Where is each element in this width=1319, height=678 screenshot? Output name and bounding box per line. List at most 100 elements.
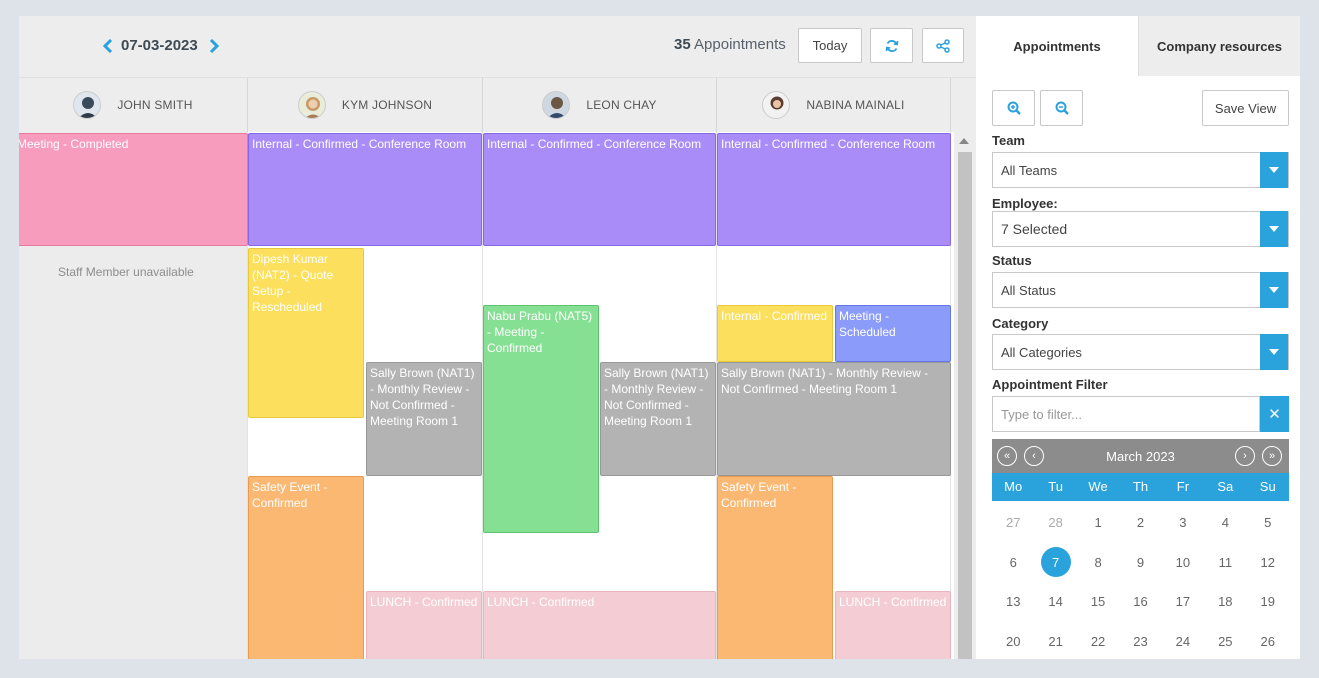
weekday-label: We bbox=[1088, 479, 1108, 494]
next-year-button[interactable]: » bbox=[1262, 446, 1282, 466]
calendar-day[interactable]: 19 bbox=[1247, 582, 1289, 622]
zoom-in-button[interactable] bbox=[992, 90, 1035, 126]
refresh-icon bbox=[885, 39, 898, 52]
calendar-day[interactable]: 21 bbox=[1034, 622, 1076, 660]
scrollbar-thumb[interactable] bbox=[958, 152, 972, 659]
appointment-event[interactable]: LUNCH - Confirmed bbox=[483, 591, 716, 659]
calendar-day[interactable]: 4 bbox=[1204, 503, 1246, 543]
employee-select[interactable]: 7 Selected bbox=[992, 211, 1289, 247]
calendar-day-selected[interactable]: 7 bbox=[1034, 543, 1076, 583]
scheduler-window: 07-03-2023 35 Appointments Today JOHN SM… bbox=[19, 16, 1300, 659]
calendar-day[interactable]: 23 bbox=[1119, 622, 1161, 660]
employee-header-leon-chay[interactable]: LEON CHAY bbox=[483, 78, 717, 132]
category-select[interactable]: All Categories bbox=[992, 334, 1289, 370]
appointment-event[interactable]: Nabu Prabu (NAT5) - Meeting - Confirmed bbox=[483, 305, 599, 533]
status-select[interactable]: All Status bbox=[992, 272, 1289, 308]
calendar-day[interactable]: 12 bbox=[1247, 543, 1289, 583]
close-icon: ✕ bbox=[1268, 406, 1281, 423]
save-view-button[interactable]: Save View bbox=[1202, 90, 1289, 126]
appointment-event[interactable]: Sally Brown (NAT1) - Monthly Review - No… bbox=[717, 362, 951, 476]
employee-header-john-smith[interactable]: JOHN SMITH bbox=[19, 78, 248, 132]
avatar bbox=[297, 91, 326, 119]
calendar-day[interactable]: 20 bbox=[992, 622, 1034, 660]
team-select-value: All Teams bbox=[1001, 163, 1058, 178]
next-month-button[interactable]: › bbox=[1235, 446, 1255, 466]
avatar bbox=[762, 91, 791, 119]
scroll-up-arrow[interactable] bbox=[959, 138, 969, 144]
avatar bbox=[542, 91, 571, 119]
calendar-day[interactable]: 17 bbox=[1162, 582, 1204, 622]
calendar-day[interactable]: 25 bbox=[1204, 622, 1246, 660]
calendar-day[interactable]: 11 bbox=[1204, 543, 1246, 583]
staff-unavailable-text: Staff Member unavailable bbox=[58, 265, 194, 279]
zoom-out-icon bbox=[1055, 101, 1069, 115]
prev-day-button[interactable] bbox=[101, 35, 115, 57]
schedule-grid[interactable]: Staff Member unavailable Meeting - Compl… bbox=[19, 132, 954, 659]
appointment-filter-input[interactable] bbox=[992, 396, 1260, 432]
calendar-week: 27 28 1 2 3 4 5 bbox=[992, 503, 1289, 543]
category-label: Category bbox=[992, 316, 1049, 331]
appointment-event[interactable]: Meeting - Completed bbox=[19, 133, 248, 246]
appointment-event[interactable]: Meeting - Scheduled bbox=[835, 305, 951, 362]
appointment-event[interactable]: Sally Brown (NAT1) - Monthly Review - No… bbox=[366, 362, 482, 476]
clear-filter-button[interactable]: ✕ bbox=[1260, 396, 1289, 432]
appointment-count-number: 35 bbox=[674, 36, 691, 53]
chevron-left-icon bbox=[103, 39, 113, 53]
employee-header-kym-johnson[interactable]: KYM JOHNSON bbox=[248, 78, 483, 132]
appointment-event[interactable]: Internal - Confirmed - Conference Room bbox=[717, 133, 951, 246]
tab-company-resources[interactable]: Company resources bbox=[1139, 16, 1300, 76]
calendar-day[interactable]: 27 bbox=[992, 503, 1034, 543]
calendar-day[interactable]: 9 bbox=[1119, 543, 1161, 583]
category-select-value: All Categories bbox=[1001, 345, 1082, 360]
calendar-day[interactable]: 28 bbox=[1034, 503, 1076, 543]
calendar-day[interactable]: 10 bbox=[1162, 543, 1204, 583]
calendar-day[interactable]: 2 bbox=[1119, 503, 1161, 543]
employee-select-value: 7 Selected bbox=[1001, 221, 1068, 237]
calendar-day[interactable]: 6 bbox=[992, 543, 1034, 583]
appointment-event[interactable]: Safety Event - Confirmed bbox=[248, 476, 364, 659]
header-spacer bbox=[951, 78, 976, 132]
weekday-label: Fr bbox=[1176, 479, 1190, 494]
status-label: Status bbox=[992, 253, 1032, 268]
zoom-out-button[interactable] bbox=[1040, 90, 1083, 126]
calendar-day[interactable]: 5 bbox=[1247, 503, 1289, 543]
vertical-scrollbar[interactable] bbox=[954, 132, 976, 659]
employee-header-nabina-mainali[interactable]: NABINA MAINALI bbox=[717, 78, 951, 132]
team-select[interactable]: All Teams bbox=[992, 152, 1289, 188]
calendar-toolbar: 07-03-2023 35 Appointments Today bbox=[19, 16, 976, 78]
appointment-event[interactable]: Internal - Confirmed - Conference Room bbox=[248, 133, 482, 246]
calendar-day[interactable]: 16 bbox=[1119, 582, 1161, 622]
calendar-day[interactable]: 18 bbox=[1204, 582, 1246, 622]
appointment-event[interactable]: Dipesh Kumar (NAT2) - Quote Setup - Resc… bbox=[248, 248, 364, 418]
appointment-event[interactable]: Internal - Confirmed bbox=[717, 305, 833, 362]
mini-calendar-header: « ‹ March 2023 › » bbox=[992, 439, 1289, 473]
calendar-day[interactable]: 3 bbox=[1162, 503, 1204, 543]
appointment-event[interactable]: LUNCH - Confirmed bbox=[366, 591, 482, 659]
calendar-day[interactable]: 26 bbox=[1247, 622, 1289, 660]
employee-name: KYM JOHNSON bbox=[341, 98, 433, 112]
next-day-button[interactable] bbox=[207, 35, 221, 57]
share-button[interactable] bbox=[922, 28, 964, 63]
calendar-day[interactable]: 15 bbox=[1077, 582, 1119, 622]
appointment-event[interactable]: LUNCH - Confirmed bbox=[835, 591, 951, 659]
tab-appointments[interactable]: Appointments bbox=[976, 16, 1139, 76]
appointment-event[interactable]: Internal - Confirmed - Conference Room bbox=[483, 133, 716, 246]
appointment-count-label: Appointments bbox=[694, 36, 786, 53]
calendar-day[interactable]: 24 bbox=[1162, 622, 1204, 660]
status-select-value: All Status bbox=[1001, 283, 1056, 298]
share-icon bbox=[936, 38, 950, 53]
employee-name: LEON CHAY bbox=[586, 98, 657, 112]
calendar-day[interactable]: 22 bbox=[1077, 622, 1119, 660]
chevron-right-icon bbox=[209, 39, 219, 53]
calendar-day[interactable]: 8 bbox=[1077, 543, 1119, 583]
today-button[interactable]: Today bbox=[798, 28, 862, 63]
calendar-day[interactable]: 14 bbox=[1034, 582, 1076, 622]
appointment-event[interactable]: Sally Brown (NAT1) - Monthly Review - No… bbox=[600, 362, 716, 476]
calendar-day[interactable]: 1 bbox=[1077, 503, 1119, 543]
appointment-event[interactable]: Safety Event - Confirmed bbox=[717, 476, 833, 659]
side-panel: Appointments Company resources Save View… bbox=[976, 16, 1300, 659]
chevron-right-icon: › bbox=[1243, 450, 1247, 462]
refresh-button[interactable] bbox=[870, 28, 913, 63]
calendar-day[interactable]: 13 bbox=[992, 582, 1034, 622]
avatar bbox=[73, 91, 102, 119]
